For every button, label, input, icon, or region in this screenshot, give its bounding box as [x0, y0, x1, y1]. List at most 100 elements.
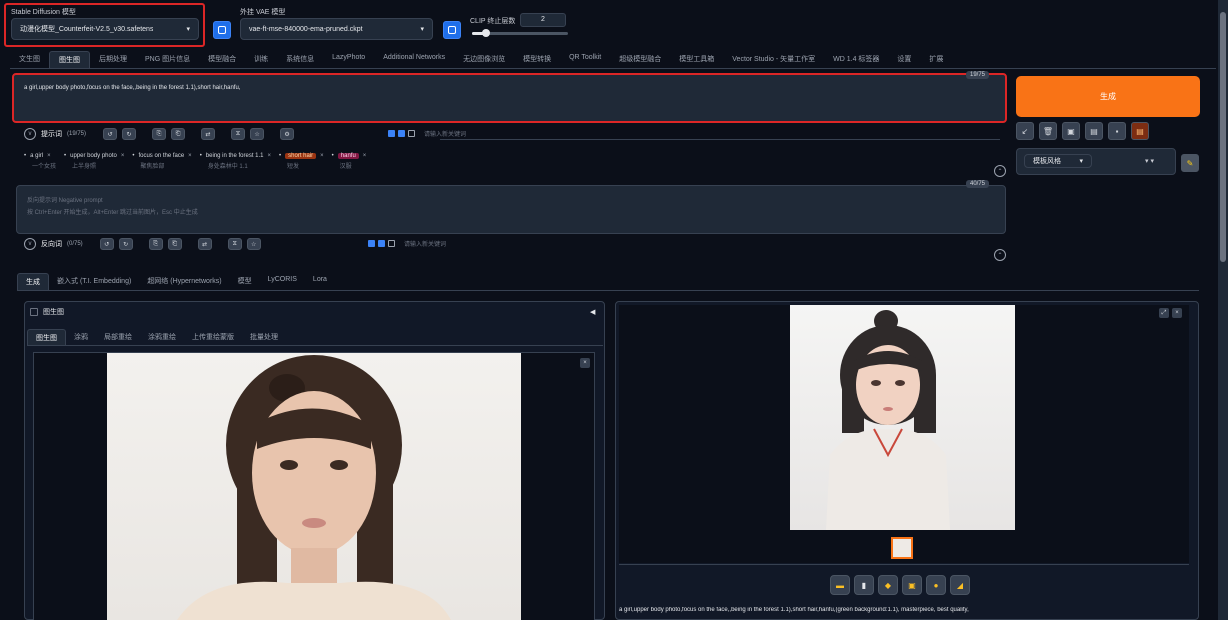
- prompt-tag[interactable]: • focus on the face × 聚焦脸部: [132, 153, 191, 170]
- settings-icon[interactable]: ⚙: [280, 128, 295, 140]
- tab-main-13[interactable]: 模型工具箱: [670, 51, 723, 69]
- pos-search-field[interactable]: [440, 127, 1000, 140]
- undo-icon[interactable]: ↺: [99, 238, 114, 250]
- prompt-tag[interactable]: • upper body photo × 上半身照: [64, 153, 124, 170]
- favorite-icon[interactable]: ☆: [250, 128, 265, 140]
- read-params-button[interactable]: ↙: [1016, 122, 1034, 140]
- thumbnail[interactable]: [891, 537, 913, 559]
- tab-main-7[interactable]: LazyPhoto: [323, 51, 374, 69]
- tab-main-10[interactable]: 模型转换: [514, 51, 560, 69]
- styles-dropdown[interactable]: 模板风格 ▾: [1024, 154, 1092, 168]
- tab-main-1[interactable]: 图生图: [49, 51, 90, 69]
- send-to-inpaint-button[interactable]: ●: [926, 575, 946, 595]
- checkbox-icon[interactable]: [388, 240, 395, 247]
- close-image-icon[interactable]: ×: [580, 358, 590, 368]
- prompt-tag[interactable]: • being in the forest 1.1 × 身处森林中 1.1: [200, 153, 271, 170]
- paste-icon[interactable]: ⎗: [167, 238, 182, 250]
- tab-main-6[interactable]: 系统信息: [277, 51, 323, 69]
- paint-style-button[interactable]: ✎: [1181, 154, 1199, 172]
- apply-style-button[interactable]: ▤: [1085, 122, 1103, 140]
- favorite-icon[interactable]: ☆: [246, 238, 261, 250]
- paste-icon[interactable]: ⎗: [171, 128, 186, 140]
- negative-prompt-textarea[interactable]: 反向提示词 Negative prompt 按 Ctrl+Enter 开始生成，…: [16, 185, 1006, 234]
- output-image[interactable]: [790, 305, 1015, 530]
- tab-section-0[interactable]: 生成: [17, 273, 49, 290]
- tab-section-4[interactable]: LyCORIS: [260, 273, 305, 290]
- tag-remove-icon[interactable]: ×: [188, 153, 192, 159]
- undo-icon[interactable]: ↺: [103, 128, 118, 140]
- send-to-extras-button[interactable]: ◢: [950, 575, 970, 595]
- clip-number-input[interactable]: 2: [520, 13, 566, 27]
- tag-remove-icon[interactable]: ×: [363, 153, 367, 159]
- close-icon[interactable]: ×: [1172, 308, 1182, 318]
- tab-img2img-4[interactable]: 上传重绘蒙版: [184, 329, 242, 346]
- prompt-tag[interactable]: • a girl × 一个女孩: [24, 153, 56, 170]
- tag-remove-icon[interactable]: ×: [268, 153, 272, 159]
- checkbox-icon[interactable]: [408, 130, 415, 137]
- collapse-icon[interactable]: v: [24, 238, 36, 250]
- tab-section-2[interactable]: 超网络 (Hypernetworks): [139, 273, 229, 290]
- refresh-vae-button[interactable]: [443, 21, 461, 39]
- tab-section-1[interactable]: 嵌入式 (T.I. Embedding): [49, 273, 139, 290]
- fullscreen-icon[interactable]: ⤢: [1159, 308, 1169, 318]
- copy-icon[interactable]: ⎘: [152, 128, 167, 140]
- redo-icon[interactable]: ↻: [118, 238, 133, 250]
- prompt-tag[interactable]: • hanfu × 汉服: [332, 153, 367, 170]
- checkbox-icon[interactable]: [398, 130, 405, 137]
- tab-img2img-3[interactable]: 涂鸦重绘: [140, 329, 184, 346]
- tab-main-9[interactable]: 无边图像浏览: [454, 51, 514, 69]
- clip-slider-knob[interactable]: [482, 29, 491, 37]
- save-button[interactable]: ▮: [854, 575, 874, 595]
- generate-button[interactable]: 生成: [1016, 76, 1200, 117]
- tab-main-15[interactable]: WD 1.4 标签器: [824, 51, 888, 69]
- tab-main-5[interactable]: 训练: [245, 51, 277, 69]
- save-style-button[interactable]: ▪: [1108, 122, 1126, 140]
- tab-main-8[interactable]: Additional Networks: [374, 51, 454, 69]
- redo-icon[interactable]: ↻: [122, 128, 137, 140]
- translate-icon[interactable]: ⇄: [201, 128, 216, 140]
- page-scrollbar-thumb[interactable]: [1220, 12, 1226, 262]
- tab-section-5[interactable]: Lora: [305, 273, 335, 290]
- collapse-triangle-icon[interactable]: ◀: [590, 308, 595, 316]
- send-to-img2img-button[interactable]: ▣: [902, 575, 922, 595]
- tab-main-4[interactable]: 模型融合: [199, 51, 245, 69]
- tab-main-2[interactable]: 后期处理: [90, 51, 136, 69]
- tab-main-12[interactable]: 超级模型融合: [610, 51, 670, 69]
- collapse-tags-icon[interactable]: ⌃: [994, 165, 1006, 177]
- tag-remove-icon[interactable]: ×: [121, 153, 125, 159]
- translate-icon[interactable]: ⇄: [197, 238, 212, 250]
- page-scrollbar[interactable]: [1218, 0, 1228, 620]
- orange-action-button[interactable]: ▤: [1131, 122, 1149, 140]
- checkbox-icon[interactable]: [378, 240, 385, 247]
- tab-main-11[interactable]: QR Toolkit: [560, 51, 610, 69]
- tab-img2img-2[interactable]: 局部重绘: [96, 329, 140, 346]
- copy-icon[interactable]: ⎘: [148, 238, 163, 250]
- tag-remove-icon[interactable]: ×: [47, 153, 51, 159]
- prompt-tag[interactable]: • short hair × 短发: [279, 153, 324, 170]
- vae-dropdown[interactable]: vae-ft-mse-840000-ema-pruned.ckpt ▾: [240, 18, 433, 40]
- tag-remove-icon[interactable]: ×: [320, 153, 324, 159]
- collapse-icon[interactable]: v: [24, 128, 36, 140]
- tab-main-0[interactable]: 文生图: [10, 51, 49, 69]
- zip-button[interactable]: ◆: [878, 575, 898, 595]
- checkbox-icon[interactable]: [368, 240, 375, 247]
- tab-main-14[interactable]: Vector Studio - 矢量工作室: [723, 51, 824, 69]
- tab-main-16[interactable]: 设置: [888, 51, 920, 69]
- tab-img2img-0[interactable]: 图生图: [27, 329, 66, 346]
- history-icon[interactable]: ⧖: [231, 128, 246, 140]
- collapse-neg-icon[interactable]: ⌃: [994, 249, 1006, 261]
- extra-networks-button[interactable]: ▣: [1062, 122, 1080, 140]
- tab-section-3[interactable]: 模型: [230, 273, 260, 290]
- open-folder-button[interactable]: ▬: [830, 575, 850, 595]
- checkbox-icon[interactable]: [388, 130, 395, 137]
- neg-search[interactable]: 请输入新关键词: [368, 239, 446, 248]
- tab-img2img-5[interactable]: 批量处理: [242, 329, 286, 346]
- tab-main-3[interactable]: PNG 图片信息: [136, 51, 199, 69]
- prompt-textarea[interactable]: a girl,upper body photo,focus on the fac…: [12, 73, 1007, 123]
- sd-model-dropdown[interactable]: 动漫化模型_Counterfeit-V2.5_v30.safetens ▾: [11, 18, 199, 40]
- section-checkbox[interactable]: [30, 308, 38, 316]
- history-icon[interactable]: ⧖: [227, 238, 242, 250]
- clear-button[interactable]: 🗑: [1039, 122, 1057, 140]
- clip-slider[interactable]: [472, 29, 568, 37]
- styles-extra-icon[interactable]: ▾ ▾: [1145, 157, 1154, 165]
